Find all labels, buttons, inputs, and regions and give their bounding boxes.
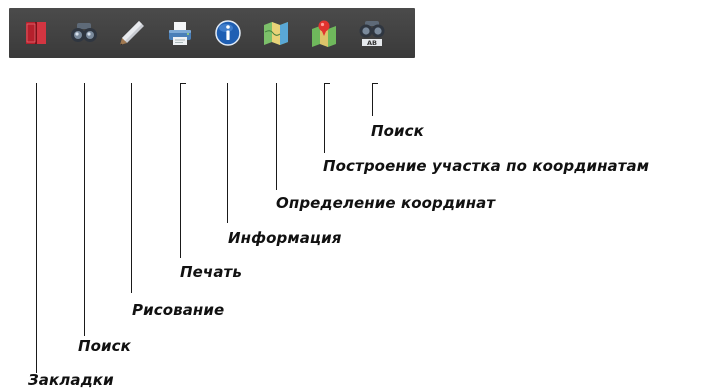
label-bookmarks: Закладки	[28, 371, 114, 389]
label-coords: Определение координат	[276, 194, 496, 212]
svg-text:AB: AB	[367, 39, 377, 47]
label-info: Информация	[228, 229, 342, 247]
toolbar: AB	[9, 8, 415, 58]
callout-line-search2	[372, 83, 373, 116]
book-icon	[26, 22, 46, 44]
search2-button[interactable]: AB	[357, 18, 387, 48]
printer-icon	[169, 22, 191, 45]
pencil-icon	[120, 21, 144, 45]
callout-line-print	[180, 83, 181, 258]
callout-line-coords	[276, 83, 277, 190]
bookmarks-button[interactable]	[21, 18, 51, 48]
callout-line-bookmarks	[36, 83, 37, 373]
label-plot: Построение участка по координатам	[323, 157, 650, 175]
callout-line-info	[227, 83, 228, 223]
binoculars-icon	[71, 23, 97, 42]
callout-line-plot	[324, 83, 325, 153]
callout-tick-print	[180, 83, 186, 84]
map-pin-icon	[312, 20, 336, 47]
search-button[interactable]	[69, 18, 99, 48]
drawing-button[interactable]	[117, 18, 147, 48]
print-button[interactable]	[165, 18, 195, 48]
binoculars-ab-icon: AB	[359, 21, 385, 47]
label-search2: Поиск	[371, 122, 424, 140]
info-icon	[215, 20, 241, 46]
label-print: Печать	[180, 263, 242, 281]
callout-tick-search2	[372, 83, 378, 84]
coords-button[interactable]	[261, 18, 291, 48]
callout-line-drawing	[131, 83, 132, 293]
label-search: Поиск	[78, 337, 131, 355]
callout-tick-plot	[324, 83, 330, 84]
plot-button[interactable]	[309, 18, 339, 48]
info-button[interactable]	[213, 18, 243, 48]
map-icon	[264, 22, 288, 45]
label-drawing: Рисование	[132, 301, 225, 319]
callout-line-search	[84, 83, 85, 336]
